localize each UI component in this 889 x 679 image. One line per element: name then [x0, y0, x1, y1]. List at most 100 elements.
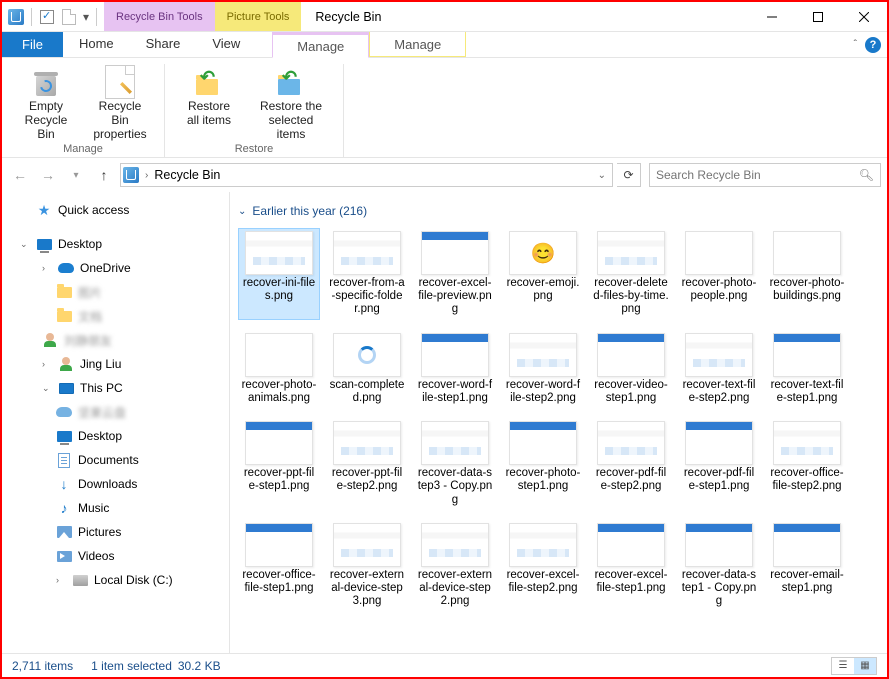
qat-newfile-icon[interactable] [59, 7, 79, 27]
back-button[interactable]: ← [8, 163, 32, 187]
address-bar[interactable]: › Recycle Bin ⌄ [120, 163, 613, 187]
sidebar-item-desktop[interactable]: ⌄Desktop [2, 232, 229, 256]
file-item[interactable]: recover-pdf-file-step2.png [590, 418, 672, 510]
file-item[interactable]: recover-data-step1 - Copy.png [678, 520, 760, 612]
recent-locations-dropdown[interactable]: ▾ [64, 163, 88, 187]
close-button[interactable] [841, 2, 887, 31]
file-item[interactable]: 😊recover-emoji.png [502, 228, 584, 320]
forward-button[interactable]: → [36, 163, 60, 187]
file-name: recover-pdf-file-step2.png [593, 467, 669, 493]
sidebar-item-local-disk[interactable]: ›Local Disk (C:) [2, 568, 229, 592]
tab-manage-recycle[interactable]: Manage [272, 32, 369, 58]
file-item[interactable]: scan-completed.png [326, 330, 408, 408]
file-thumbnail [685, 231, 753, 275]
sidebar-item-jing-liu[interactable]: ›Jing Liu [2, 352, 229, 376]
file-item[interactable]: recover-data-step3 - Copy.png [414, 418, 496, 510]
sidebar-item-music[interactable]: ♪Music [2, 496, 229, 520]
tab-view[interactable]: View [196, 32, 256, 57]
qat-dropdown-icon[interactable]: ▾ [81, 7, 91, 27]
file-item[interactable]: recover-excel-file-preview.png [414, 228, 496, 320]
maximize-button[interactable] [795, 2, 841, 31]
chevron-right-icon[interactable]: › [145, 170, 148, 181]
breadcrumb[interactable]: Recycle Bin [154, 168, 220, 182]
sidebar-item-videos[interactable]: Videos [2, 544, 229, 568]
file-item[interactable]: recover-photo-animals.png [238, 330, 320, 408]
file-item[interactable]: recover-excel-file-step1.png [590, 520, 672, 612]
tab-share[interactable]: Share [130, 32, 197, 57]
file-thumbnail [421, 333, 489, 377]
sidebar-item-quick-access[interactable]: ★Quick access [2, 198, 229, 222]
file-item[interactable]: recover-photo-step1.png [502, 418, 584, 510]
group-header[interactable]: ⌄ Earlier this year (216) [238, 204, 875, 218]
file-item[interactable]: recover-video-step1.png [590, 330, 672, 408]
sidebar-item-obscured[interactable]: 坚果云盘 [2, 400, 229, 424]
empty-recycle-bin-button[interactable]: Empty Recycle Bin [10, 64, 82, 143]
file-name: recover-excel-file-step1.png [593, 569, 669, 595]
window-controls [749, 2, 887, 31]
collapse-ribbon-icon[interactable]: ˆ [854, 39, 857, 50]
restore-selected-items-button[interactable]: ↶ Restore the selected items [247, 64, 335, 143]
file-list[interactable]: ⌄ Earlier this year (216) recover-ini-fi… [230, 192, 887, 653]
up-button[interactable]: ↑ [92, 163, 116, 187]
file-name: recover-video-step1.png [593, 379, 669, 405]
collapse-group-icon[interactable]: ⌄ [238, 206, 246, 217]
file-thumbnail [509, 333, 577, 377]
sidebar-item-documents[interactable]: Documents [2, 448, 229, 472]
file-thumbnail [597, 523, 665, 567]
qat-checkbox-icon[interactable] [37, 7, 57, 27]
file-name: recover-external-device-step3.png [329, 569, 405, 609]
search-icon[interactable]: 🔍︎ [859, 168, 874, 182]
quick-access-toolbar: ▾ [2, 7, 104, 27]
file-item[interactable]: recover-office-file-step2.png [766, 418, 848, 510]
sidebar-item-pictures[interactable]: Pictures [2, 520, 229, 544]
file-item[interactable]: recover-photo-people.png [678, 228, 760, 320]
help-icon[interactable]: ? [865, 37, 881, 53]
file-thumbnail [597, 231, 665, 275]
file-item[interactable]: recover-ppt-file-step2.png [326, 418, 408, 510]
titlebar: ▾ Recycle Bin Tools Picture Tools Recycl… [2, 2, 887, 32]
file-thumbnail [773, 333, 841, 377]
address-dropdown-icon[interactable]: ⌄ [598, 170, 606, 181]
sidebar-item-folder[interactable]: 图片 [2, 280, 229, 304]
file-item[interactable]: recover-pdf-file-step1.png [678, 418, 760, 510]
file-item[interactable]: recover-office-file-step1.png [238, 520, 320, 612]
tab-manage-picture[interactable]: Manage [369, 32, 466, 57]
sidebar-item-user[interactable]: 刘静朋友 [2, 328, 229, 352]
file-item[interactable]: recover-word-file-step2.png [502, 330, 584, 408]
file-item[interactable]: recover-email-step1.png [766, 520, 848, 612]
sidebar-item-folder[interactable]: 文档 [2, 304, 229, 328]
ribbon-tabs: File Home Share View Manage Manage ˆ ? [2, 32, 887, 58]
search-box[interactable]: 🔍︎ [649, 163, 881, 187]
content-pane: ⌄ Earlier this year (216) recover-ini-fi… [230, 192, 887, 653]
file-name: recover-data-step1 - Copy.png [681, 569, 757, 609]
file-item[interactable]: recover-deleted-files-by-time.png [590, 228, 672, 320]
file-item[interactable]: recover-ini-files.png [238, 228, 320, 320]
view-mode-toggle: ☰ ▦ [831, 657, 877, 675]
restore-all-items-button[interactable]: ↶ Restore all items [173, 64, 245, 143]
sidebar-item-this-pc[interactable]: ⌄This PC [2, 376, 229, 400]
sidebar-item-onedrive[interactable]: ›OneDrive [2, 256, 229, 280]
view-icons-button[interactable]: ▦ [854, 658, 876, 674]
file-thumbnail [685, 421, 753, 465]
minimize-button[interactable] [749, 2, 795, 31]
file-item[interactable]: recover-word-file-step1.png [414, 330, 496, 408]
tab-home[interactable]: Home [63, 32, 130, 57]
view-details-button[interactable]: ☰ [832, 658, 854, 674]
file-item[interactable]: recover-external-device-step3.png [326, 520, 408, 612]
file-thumbnail [245, 523, 313, 567]
search-input[interactable] [656, 168, 859, 182]
file-item[interactable]: recover-from-a-specific-folder.png [326, 228, 408, 320]
sidebar-item-downloads[interactable]: ↓Downloads [2, 472, 229, 496]
file-item[interactable]: recover-text-file-step2.png [678, 330, 760, 408]
tab-file[interactable]: File [2, 32, 63, 57]
file-name: recover-ppt-file-step1.png [241, 467, 317, 493]
file-item[interactable]: recover-text-file-step1.png [766, 330, 848, 408]
file-item[interactable]: recover-excel-file-step2.png [502, 520, 584, 612]
file-item[interactable]: recover-ppt-file-step1.png [238, 418, 320, 510]
navigation-pane[interactable]: ★Quick access ⌄Desktop ›OneDrive 图片 文档 刘… [2, 192, 230, 653]
refresh-button[interactable]: ⟳ [617, 163, 641, 187]
recycle-bin-properties-button[interactable]: Recycle Bin properties [84, 64, 156, 143]
file-item[interactable]: recover-photo-buildings.png [766, 228, 848, 320]
sidebar-item-desktop2[interactable]: Desktop [2, 424, 229, 448]
file-item[interactable]: recover-external-device-step2.png [414, 520, 496, 612]
